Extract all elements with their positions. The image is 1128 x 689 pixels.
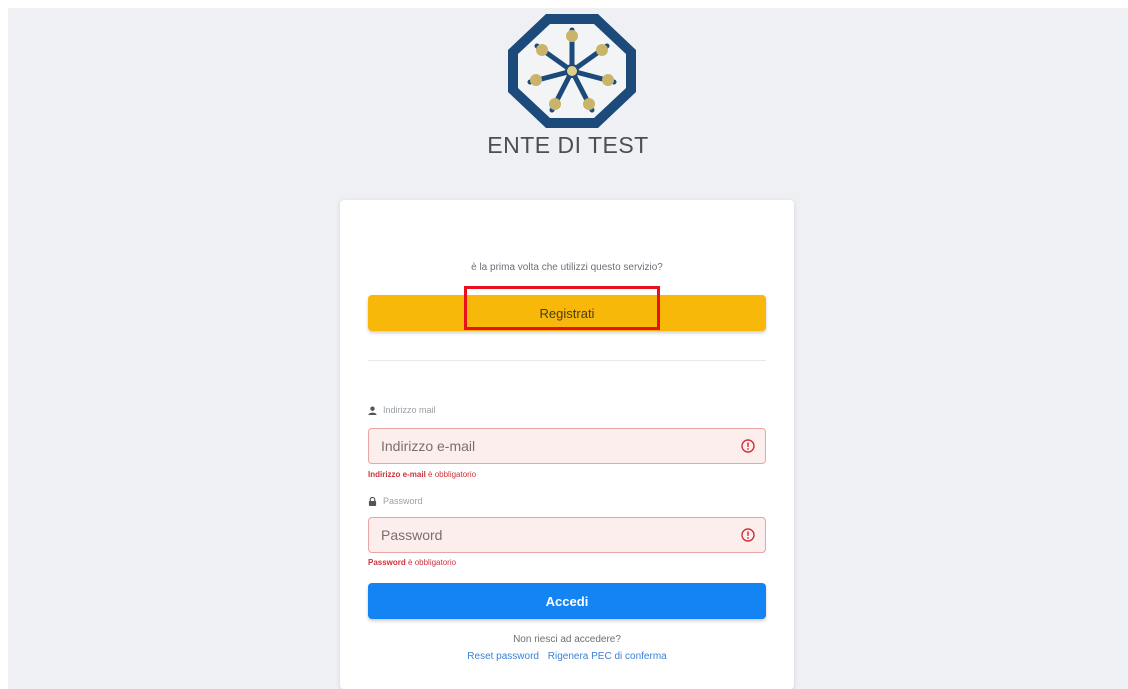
reset-password-link[interactable]: Reset password xyxy=(467,651,539,662)
login-button[interactable]: Accedi xyxy=(368,583,766,619)
first-time-prompt: è la prima volta che utilizzi questo ser… xyxy=(471,262,663,273)
password-label: Password xyxy=(368,496,423,506)
entity-logo xyxy=(508,14,636,128)
cant-access-text: Non riesci ad accedere? xyxy=(513,634,621,645)
entity-name: ENTE DI TEST xyxy=(487,132,649,158)
password-field[interactable] xyxy=(369,518,753,552)
alert-circle-icon xyxy=(741,439,755,453)
regenerate-pec-link[interactable]: Rigenera PEC di conferma xyxy=(548,651,667,662)
help-links: Reset password Rigenera PEC di conferma xyxy=(340,651,794,662)
email-error-message: Indirizzo e-mail è obbligatorio xyxy=(368,470,476,479)
password-error-field: Password xyxy=(368,558,406,567)
password-label-text: Password xyxy=(383,496,423,506)
section-divider xyxy=(368,360,766,361)
password-field-wrapper xyxy=(368,517,766,553)
email-label: Indirizzo mail xyxy=(368,405,436,415)
alert-circle-icon xyxy=(741,528,755,542)
email-error-field: Indirizzo e-mail xyxy=(368,470,426,479)
page-background: ENTE DI TEST è la prima volta che utiliz… xyxy=(8,8,1128,689)
user-icon xyxy=(368,406,377,415)
login-card: è la prima volta che utilizzi questo ser… xyxy=(340,200,794,689)
email-field-wrapper xyxy=(368,428,766,464)
register-button[interactable]: Registrati xyxy=(368,295,766,331)
lock-icon xyxy=(368,496,377,506)
password-error-message: Password è obbligatorio xyxy=(368,558,456,567)
email-field[interactable] xyxy=(369,429,753,463)
email-error-suffix: è obbligatorio xyxy=(425,470,477,479)
password-error-suffix: è obbligatorio xyxy=(405,558,457,567)
email-label-text: Indirizzo mail xyxy=(383,405,436,415)
